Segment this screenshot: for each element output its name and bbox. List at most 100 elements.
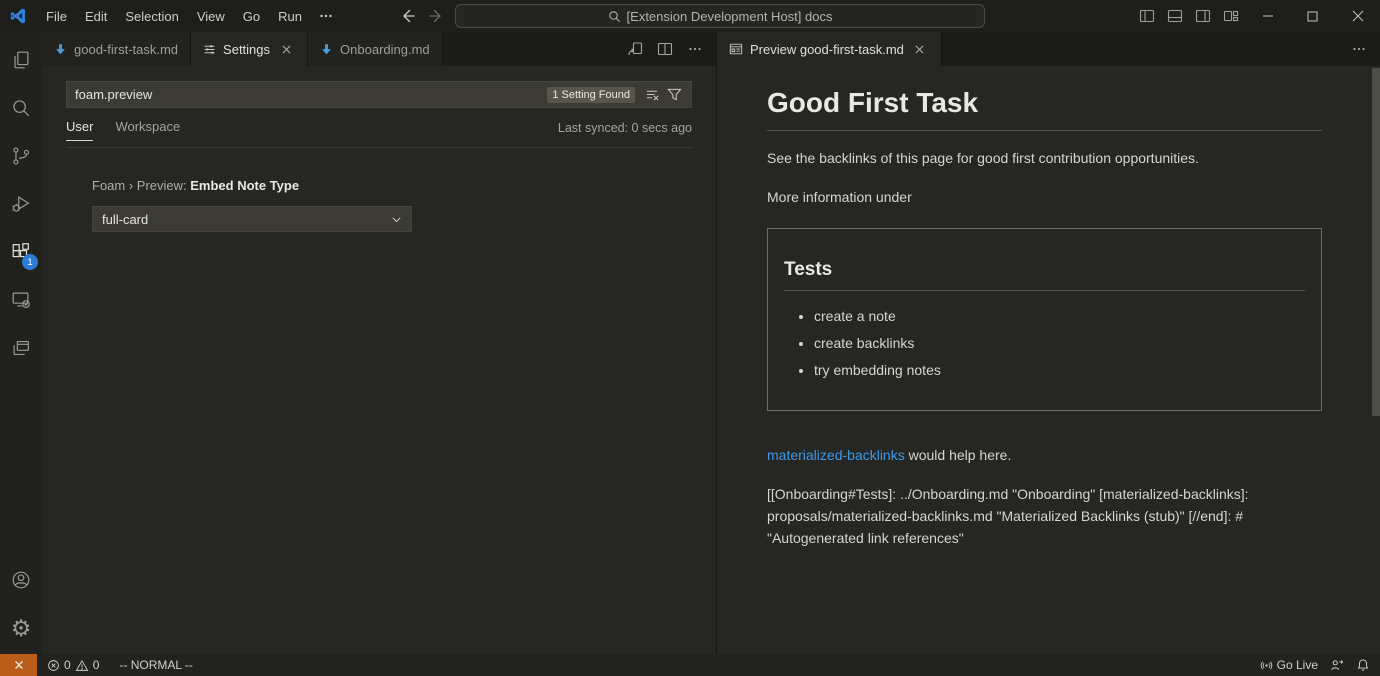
search-icon — [608, 10, 621, 23]
tab-label: Settings — [223, 42, 270, 57]
editor-group-right: Preview good-first-task.md Good First Ta… — [716, 32, 1380, 654]
list-item: try embedding notes — [814, 359, 1305, 381]
menu-go[interactable]: Go — [234, 5, 269, 28]
preview-paragraph: More information under — [767, 186, 1322, 208]
settings-scope-tabs: User Workspace Last synced: 0 secs ago — [66, 108, 692, 148]
link-tail-text: would help here. — [905, 447, 1012, 463]
error-count: 0 — [64, 658, 71, 672]
extensions-icon[interactable]: 1 — [0, 228, 42, 276]
vscode-window: File Edit Selection View Go Run [Extensi… — [0, 0, 1380, 676]
preview-paragraph: See the backlinks of this page for good … — [767, 147, 1322, 169]
editor-group-left: good-first-task.md Settings Onboarding.m… — [42, 32, 716, 654]
more-actions-icon[interactable] — [682, 36, 708, 62]
search-sidebar-icon[interactable] — [0, 84, 42, 132]
settings-result-count: 1 Setting Found — [547, 87, 635, 103]
embed-note-type-dropdown[interactable]: full-card — [92, 206, 412, 232]
live-share-button[interactable] — [1324, 654, 1350, 676]
filter-funnel-icon[interactable] — [663, 84, 685, 106]
embed-bullet-list: create a note create backlinks try embed… — [784, 305, 1305, 381]
extensions-badge: 1 — [22, 254, 38, 270]
dropdown-value: full-card — [102, 212, 148, 227]
list-item: create a note — [814, 305, 1305, 327]
vim-mode-label: -- NORMAL -- — [119, 658, 193, 672]
activity-bar-bottom: ⚙ — [0, 556, 42, 654]
scope-tab-user[interactable]: User — [66, 115, 93, 141]
toggle-primary-sidebar-icon[interactable] — [1133, 2, 1161, 30]
split-editor-icon[interactable] — [652, 36, 678, 62]
markdown-preview-content: Good First Task See the backlinks of thi… — [717, 66, 1380, 549]
setting-name: Embed Note Type — [190, 178, 299, 193]
tab-bar-actions — [622, 32, 716, 66]
remote-icon — [12, 658, 26, 672]
close-tab-icon[interactable] — [911, 40, 929, 58]
close-tab-icon[interactable] — [277, 40, 295, 58]
minimize-button[interactable] — [1245, 0, 1290, 32]
menu-selection[interactable]: Selection — [116, 5, 187, 28]
settings-search-box[interactable]: 1 Setting Found — [66, 81, 692, 108]
toggle-panel-icon[interactable] — [1161, 2, 1189, 30]
error-icon — [47, 659, 60, 672]
titlebar-controls — [1133, 0, 1380, 32]
bell-icon — [1356, 658, 1370, 672]
link-references-text: [[Onboarding#Tests]: ../Onboarding.md "O… — [767, 483, 1322, 549]
maximize-button[interactable] — [1290, 0, 1335, 32]
list-item: create backlinks — [814, 332, 1305, 354]
menu-view[interactable]: View — [188, 5, 234, 28]
manage-gear-icon[interactable]: ⚙ — [0, 604, 42, 652]
tab-label: good-first-task.md — [74, 42, 178, 57]
materialized-backlinks-link[interactable]: materialized-backlinks — [767, 447, 905, 463]
link-paragraph: materialized-backlinks would help here. — [767, 444, 1322, 466]
menu-run[interactable]: Run — [269, 5, 311, 28]
setting-category: Foam › Preview: — [92, 178, 190, 193]
markdown-preview-pane: Good First Task See the backlinks of thi… — [717, 66, 1380, 654]
source-control-icon[interactable] — [0, 132, 42, 180]
scope-tab-workspace[interactable]: Workspace — [115, 115, 180, 140]
preview-heading: Good First Task — [767, 86, 1322, 131]
tab-label: Preview good-first-task.md — [750, 42, 904, 57]
menu-file[interactable]: File — [37, 5, 76, 28]
customize-layout-icon[interactable] — [1217, 2, 1245, 30]
back-arrow-icon[interactable] — [395, 4, 419, 28]
open-settings-json-icon[interactable] — [622, 36, 648, 62]
remote-explorer-icon[interactable] — [0, 276, 42, 324]
tab-good-first-task[interactable]: good-first-task.md — [42, 32, 191, 66]
command-center-search[interactable]: [Extension Development Host] docs — [455, 4, 985, 28]
remote-indicator[interactable] — [0, 654, 37, 676]
notifications-bell-button[interactable] — [1350, 654, 1376, 676]
more-actions-icon[interactable] — [1346, 36, 1372, 62]
preview-scrollbar[interactable] — [1372, 68, 1380, 416]
tab-bar-left: good-first-task.md Settings Onboarding.m… — [42, 32, 716, 66]
setting-title: Foam › Preview: Embed Note Type — [92, 178, 692, 193]
markdown-file-icon — [320, 43, 333, 56]
tab-label: Onboarding.md — [340, 42, 430, 57]
panel-windows-icon[interactable] — [0, 324, 42, 372]
explorer-icon[interactable] — [0, 36, 42, 84]
title-bar: File Edit Selection View Go Run [Extensi… — [0, 0, 1380, 32]
go-live-button[interactable]: Go Live — [1254, 654, 1324, 676]
status-bar-left: 0 0 -- NORMAL -- — [41, 654, 199, 676]
forward-arrow-icon[interactable] — [425, 4, 449, 28]
vscode-logo-icon — [9, 7, 27, 25]
tab-onboarding[interactable]: Onboarding.md — [308, 32, 443, 66]
settings-search-input[interactable] — [75, 87, 547, 102]
accounts-icon[interactable] — [0, 556, 42, 604]
last-synced-label: Last synced: 0 secs ago — [558, 121, 692, 135]
command-center-label: [Extension Development Host] docs — [627, 9, 833, 24]
warning-count: 0 — [93, 658, 100, 672]
broadcast-icon — [1260, 659, 1273, 672]
toggle-secondary-sidebar-icon[interactable] — [1189, 2, 1217, 30]
close-window-button[interactable] — [1335, 0, 1380, 32]
markdown-file-icon — [54, 43, 67, 56]
tab-preview-good-first-task[interactable]: Preview good-first-task.md — [717, 32, 942, 66]
go-live-label: Go Live — [1277, 658, 1318, 672]
command-center: [Extension Development Host] docs — [395, 0, 985, 32]
menu-edit[interactable]: Edit — [76, 5, 116, 28]
tab-settings[interactable]: Settings — [191, 32, 308, 66]
run-debug-icon[interactable] — [0, 180, 42, 228]
markdown-preview-icon — [729, 42, 743, 56]
menu-overflow-ellipsis-icon[interactable] — [311, 5, 341, 27]
clear-search-filters-icon[interactable] — [641, 84, 663, 106]
tab-bar-actions-right — [1346, 32, 1380, 66]
vim-mode-indicator[interactable]: -- NORMAL -- — [113, 654, 199, 676]
problems-indicator[interactable]: 0 0 — [41, 654, 105, 676]
